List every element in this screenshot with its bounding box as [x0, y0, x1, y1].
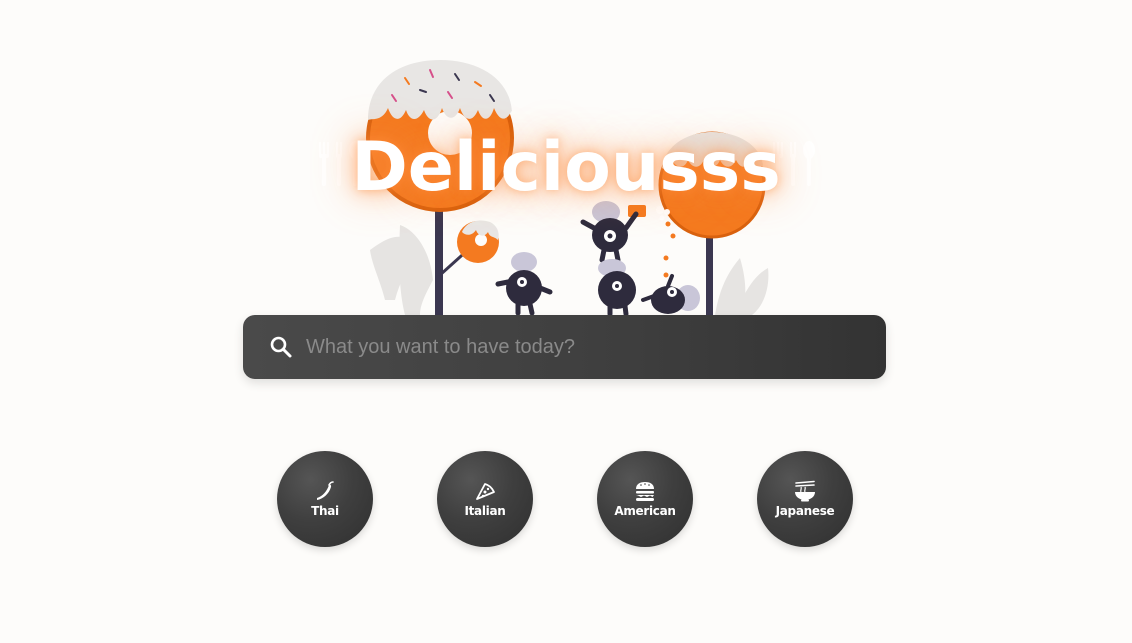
small-donut [457, 220, 499, 263]
category-american-button[interactable]: American [597, 451, 693, 547]
hero-illustration: Deliciousss [0, 0, 1132, 320]
category-japanese-button[interactable]: Japanese [757, 451, 853, 547]
search-bar[interactable] [243, 315, 886, 379]
character-fallen [641, 274, 700, 314]
leaf-left [370, 225, 433, 315]
category-label: Japanese [775, 504, 835, 518]
chili-pepper-icon [313, 480, 337, 502]
hero-title: Deliciousss [351, 128, 781, 207]
category-label: Italian [464, 504, 506, 518]
category-thai-button[interactable]: Thai [277, 451, 373, 547]
search-input[interactable] [304, 326, 886, 368]
page: Deliciousss Thai [0, 0, 1132, 643]
ramen-bowl-icon [793, 480, 817, 502]
pizza-slice-icon [473, 480, 497, 502]
category-italian-button[interactable]: Italian [437, 451, 533, 547]
search-icon[interactable] [268, 334, 294, 360]
leaf-right [715, 258, 769, 315]
category-list: Thai Italian American Japanese [0, 451, 1132, 547]
hero-title-wrap: Deliciousss [300, 118, 832, 218]
category-label: Thai [311, 504, 339, 518]
burger-icon [633, 480, 657, 502]
character-left [495, 252, 553, 316]
category-label: American [614, 504, 676, 518]
